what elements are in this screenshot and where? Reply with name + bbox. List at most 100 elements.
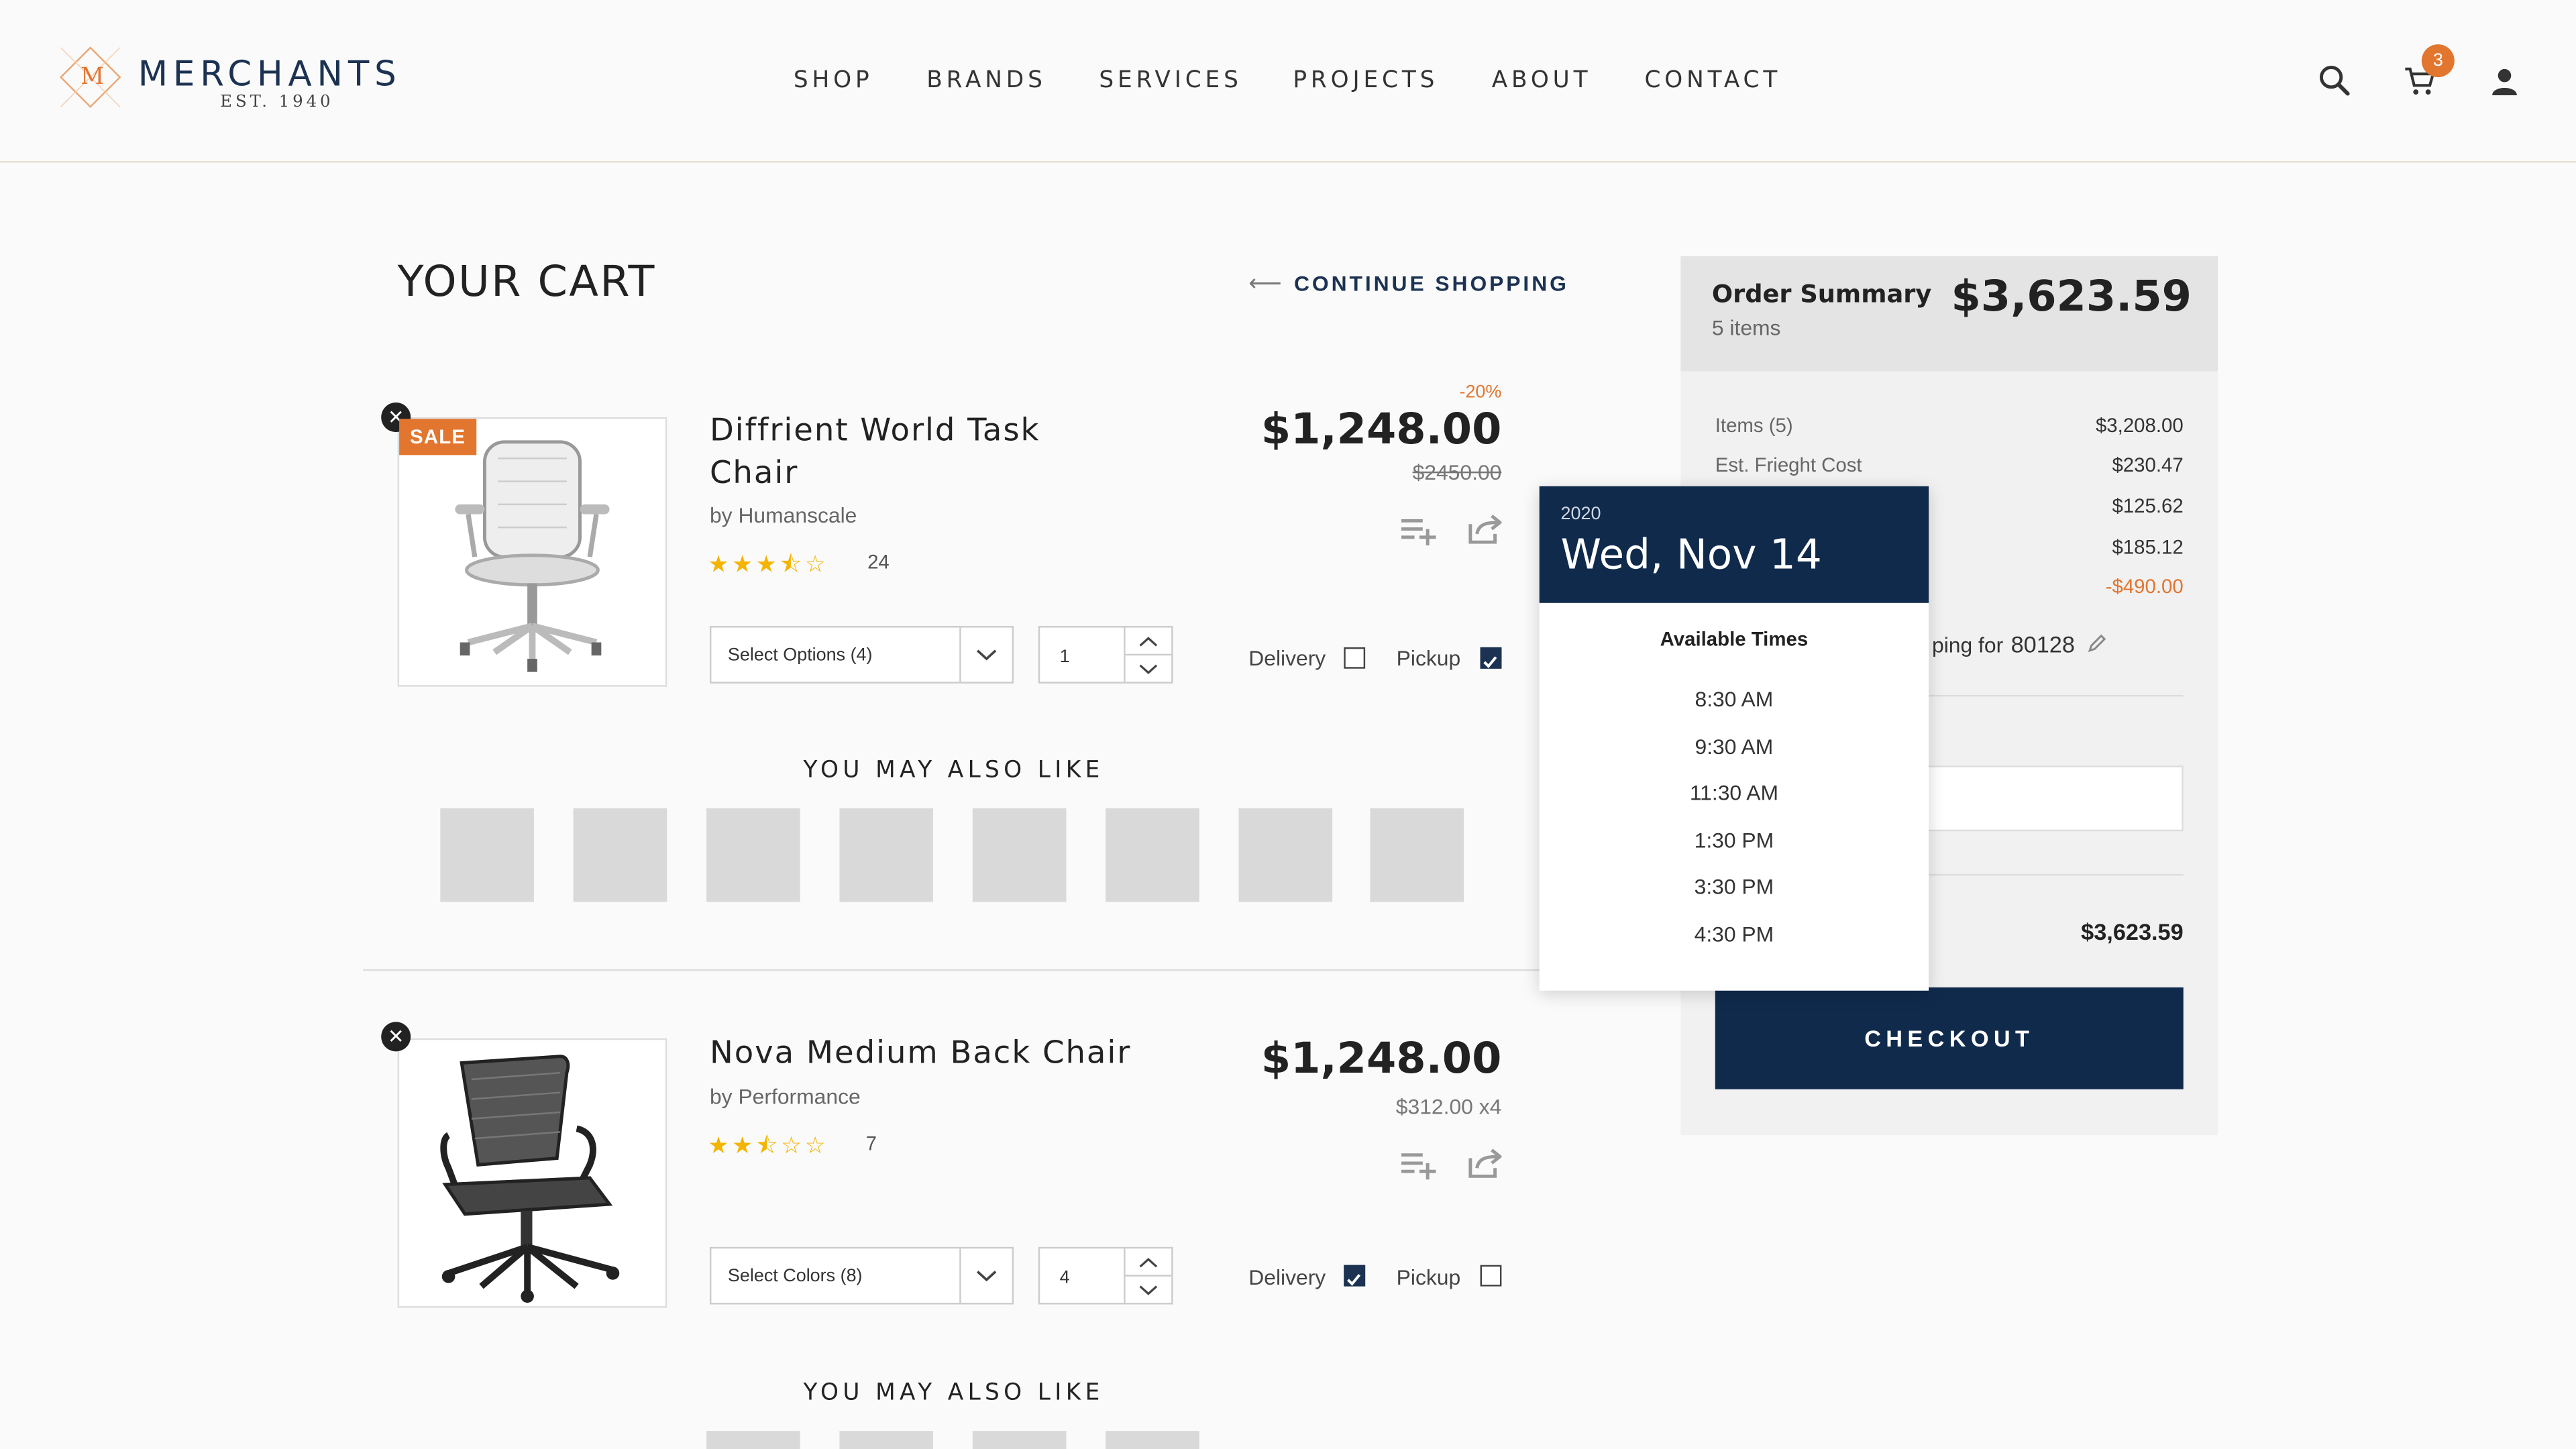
quantity-stepper[interactable]: 4 [1038,1246,1173,1305]
summary-row-value: $230.47 [2112,453,2184,477]
suggestion-thumbnail[interactable] [839,1431,934,1449]
delivery-checkbox[interactable] [1344,647,1366,669]
share-icon[interactable] [1467,515,1502,544]
time-option[interactable]: 3:30 PM [1540,874,1929,899]
select-options-dropdown[interactable]: Select Options (4) [709,626,1014,684]
select-colors-dropdown[interactable]: Select Colors (8) [709,1246,1014,1305]
order-summary-header: Order Summary 5 items $3,623.59 [1680,256,2218,372]
continue-shopping-link[interactable]: ⟵ CONTINUE SHOPPING [1248,270,1569,298]
nav-services[interactable]: SERVICES [1099,67,1242,93]
add-to-list-icon[interactable] [1400,1150,1438,1180]
rating-count: 7 [865,1132,877,1155]
suggestion-thumbnail[interactable] [1238,808,1333,902]
pickup-checkbox[interactable] [1480,1265,1502,1287]
suggestion-thumbnail[interactable] [440,808,534,902]
suggestion-thumbnail[interactable] [1106,1431,1199,1449]
chevron-down-icon [959,1248,997,1303]
time-option[interactable]: 11:30 AM [1540,780,1929,805]
suggestion-thumbnail[interactable] [706,808,800,902]
product-name-line2[interactable]: Chair [710,451,798,494]
office-chair-black-image [440,1055,620,1303]
product-name[interactable]: Nova Medium Back Chair [710,1032,1131,1075]
suggestion-thumbnail[interactable] [1106,808,1199,902]
suggestion-thumbnail[interactable] [972,1431,1067,1449]
also-like-heading: YOU MAY ALSO LIKE [803,1380,1104,1407]
pickup-label: Pickup [1396,1265,1461,1290]
arrow-left-icon: ⟵ [1248,269,1285,296]
time-option[interactable]: 8:30 AM [1540,687,1929,712]
nav-contact[interactable]: CONTACT [1644,67,1781,93]
product-image-nova-chair[interactable] [397,1038,667,1308]
checkmark-icon [1483,656,1497,668]
item-divider [363,969,1546,971]
rating-count: 24 [867,550,890,574]
shipping-zip[interactable]: 80128 [2011,631,2075,657]
edit-pencil-icon[interactable] [2086,633,2108,654]
shipping-text: ping for [1932,632,2004,657]
suggestion-thumbnail[interactable] [706,1431,800,1449]
account-icon[interactable] [2491,67,2519,96]
chevron-down-icon [959,627,997,682]
quantity-value[interactable]: 1 [1060,647,1070,667]
original-price: $2450.00 [1412,460,1502,485]
order-item-count: 5 items [1711,315,1781,340]
suggestion-thumbnail[interactable] [972,808,1067,902]
discount-percent: -20% [1459,382,1502,403]
continue-shopping-label: CONTINUE SHOPPING [1294,271,1569,296]
checkmark-icon [1347,1274,1361,1286]
delivery-label: Delivery [1248,645,1326,671]
cart-title: YOUR CART [397,258,656,307]
popup-year[interactable]: 2020 [1561,504,1601,524]
site-header: M MERCHANTS EST. 1940 SHOP BRANDS SERVIC… [0,0,2576,163]
rating-stars: ★★⯪☆☆ [708,1132,829,1159]
summary-row-value: $3,208.00 [2095,414,2184,437]
product-brand: by Humanscale [709,502,857,528]
time-option[interactable]: 4:30 PM [1540,922,1929,947]
logo-letter: M [80,64,105,91]
item-price: $1,248.00 [1260,405,1502,455]
product-brand: by Performance [709,1084,861,1110]
remove-item-2-button[interactable]: ✕ [381,1022,411,1052]
product-name-line1[interactable]: Diffrient World Task [710,409,1040,452]
nav-shop[interactable]: SHOP [794,67,873,93]
unit-price: $312.00 x4 [1395,1094,1502,1119]
suggestion-thumbnail[interactable] [839,808,934,902]
summary-row-value: $185.12 [2112,535,2184,559]
search-icon[interactable] [2318,64,2351,97]
pickup-time-popup: 2020 Wed, Nov 14 Available Times 8:30 AM… [1539,486,1929,991]
delivery-label: Delivery [1248,1265,1326,1290]
summary-row-label: Items (5) [1715,414,1793,437]
product-image-diffrient-chair[interactable] [397,417,667,687]
popup-date[interactable]: Wed, Nov 14 [1561,531,1822,578]
also-like-heading: YOU MAY ALSO LIKE [803,757,1104,784]
quantity-value[interactable]: 4 [1060,1269,1070,1288]
add-to-list-icon[interactable] [1400,516,1438,546]
logo-name[interactable]: MERCHANTS [138,54,402,94]
stepper-arrows-icon[interactable] [1124,1248,1172,1303]
cart-count-badge: 3 [2421,44,2455,78]
order-summary-title: Order Summary [1711,279,1932,309]
nav-about[interactable]: ABOUT [1492,67,1592,93]
item-price: $1,248.00 [1260,1034,1502,1085]
suggestion-thumbnail[interactable] [1370,808,1464,902]
time-option[interactable]: 1:30 PM [1540,828,1929,853]
delivery-checkbox[interactable] [1344,1265,1366,1287]
time-option[interactable]: 9:30 AM [1540,735,1929,759]
select-options-label: Select Options (4) [727,645,873,665]
quantity-stepper[interactable]: 1 [1038,626,1173,684]
summary-row-value: $125.62 [2112,494,2184,518]
share-icon[interactable] [1467,1148,1502,1178]
nav-projects[interactable]: PROJECTS [1293,67,1438,93]
logo-est: EST. 1940 [220,93,334,112]
nav-brands[interactable]: BRANDS [926,67,1046,93]
order-total: $3,623.59 [1951,272,2192,323]
popup-date-header: 2020 Wed, Nov 14 [1539,486,1929,603]
checkout-button[interactable]: CHECKOUT [1715,987,2184,1089]
pickup-checkbox[interactable] [1480,647,1502,669]
office-chair-white-image [455,440,610,672]
grand-total: $3,623.59 [2081,918,2184,945]
rating-stars: ★★★⯪☆ [708,550,829,577]
suggestion-thumbnail[interactable] [573,808,667,902]
summary-row-label: Est. Frieght Cost [1715,453,1862,477]
stepper-arrows-icon[interactable] [1124,627,1172,682]
